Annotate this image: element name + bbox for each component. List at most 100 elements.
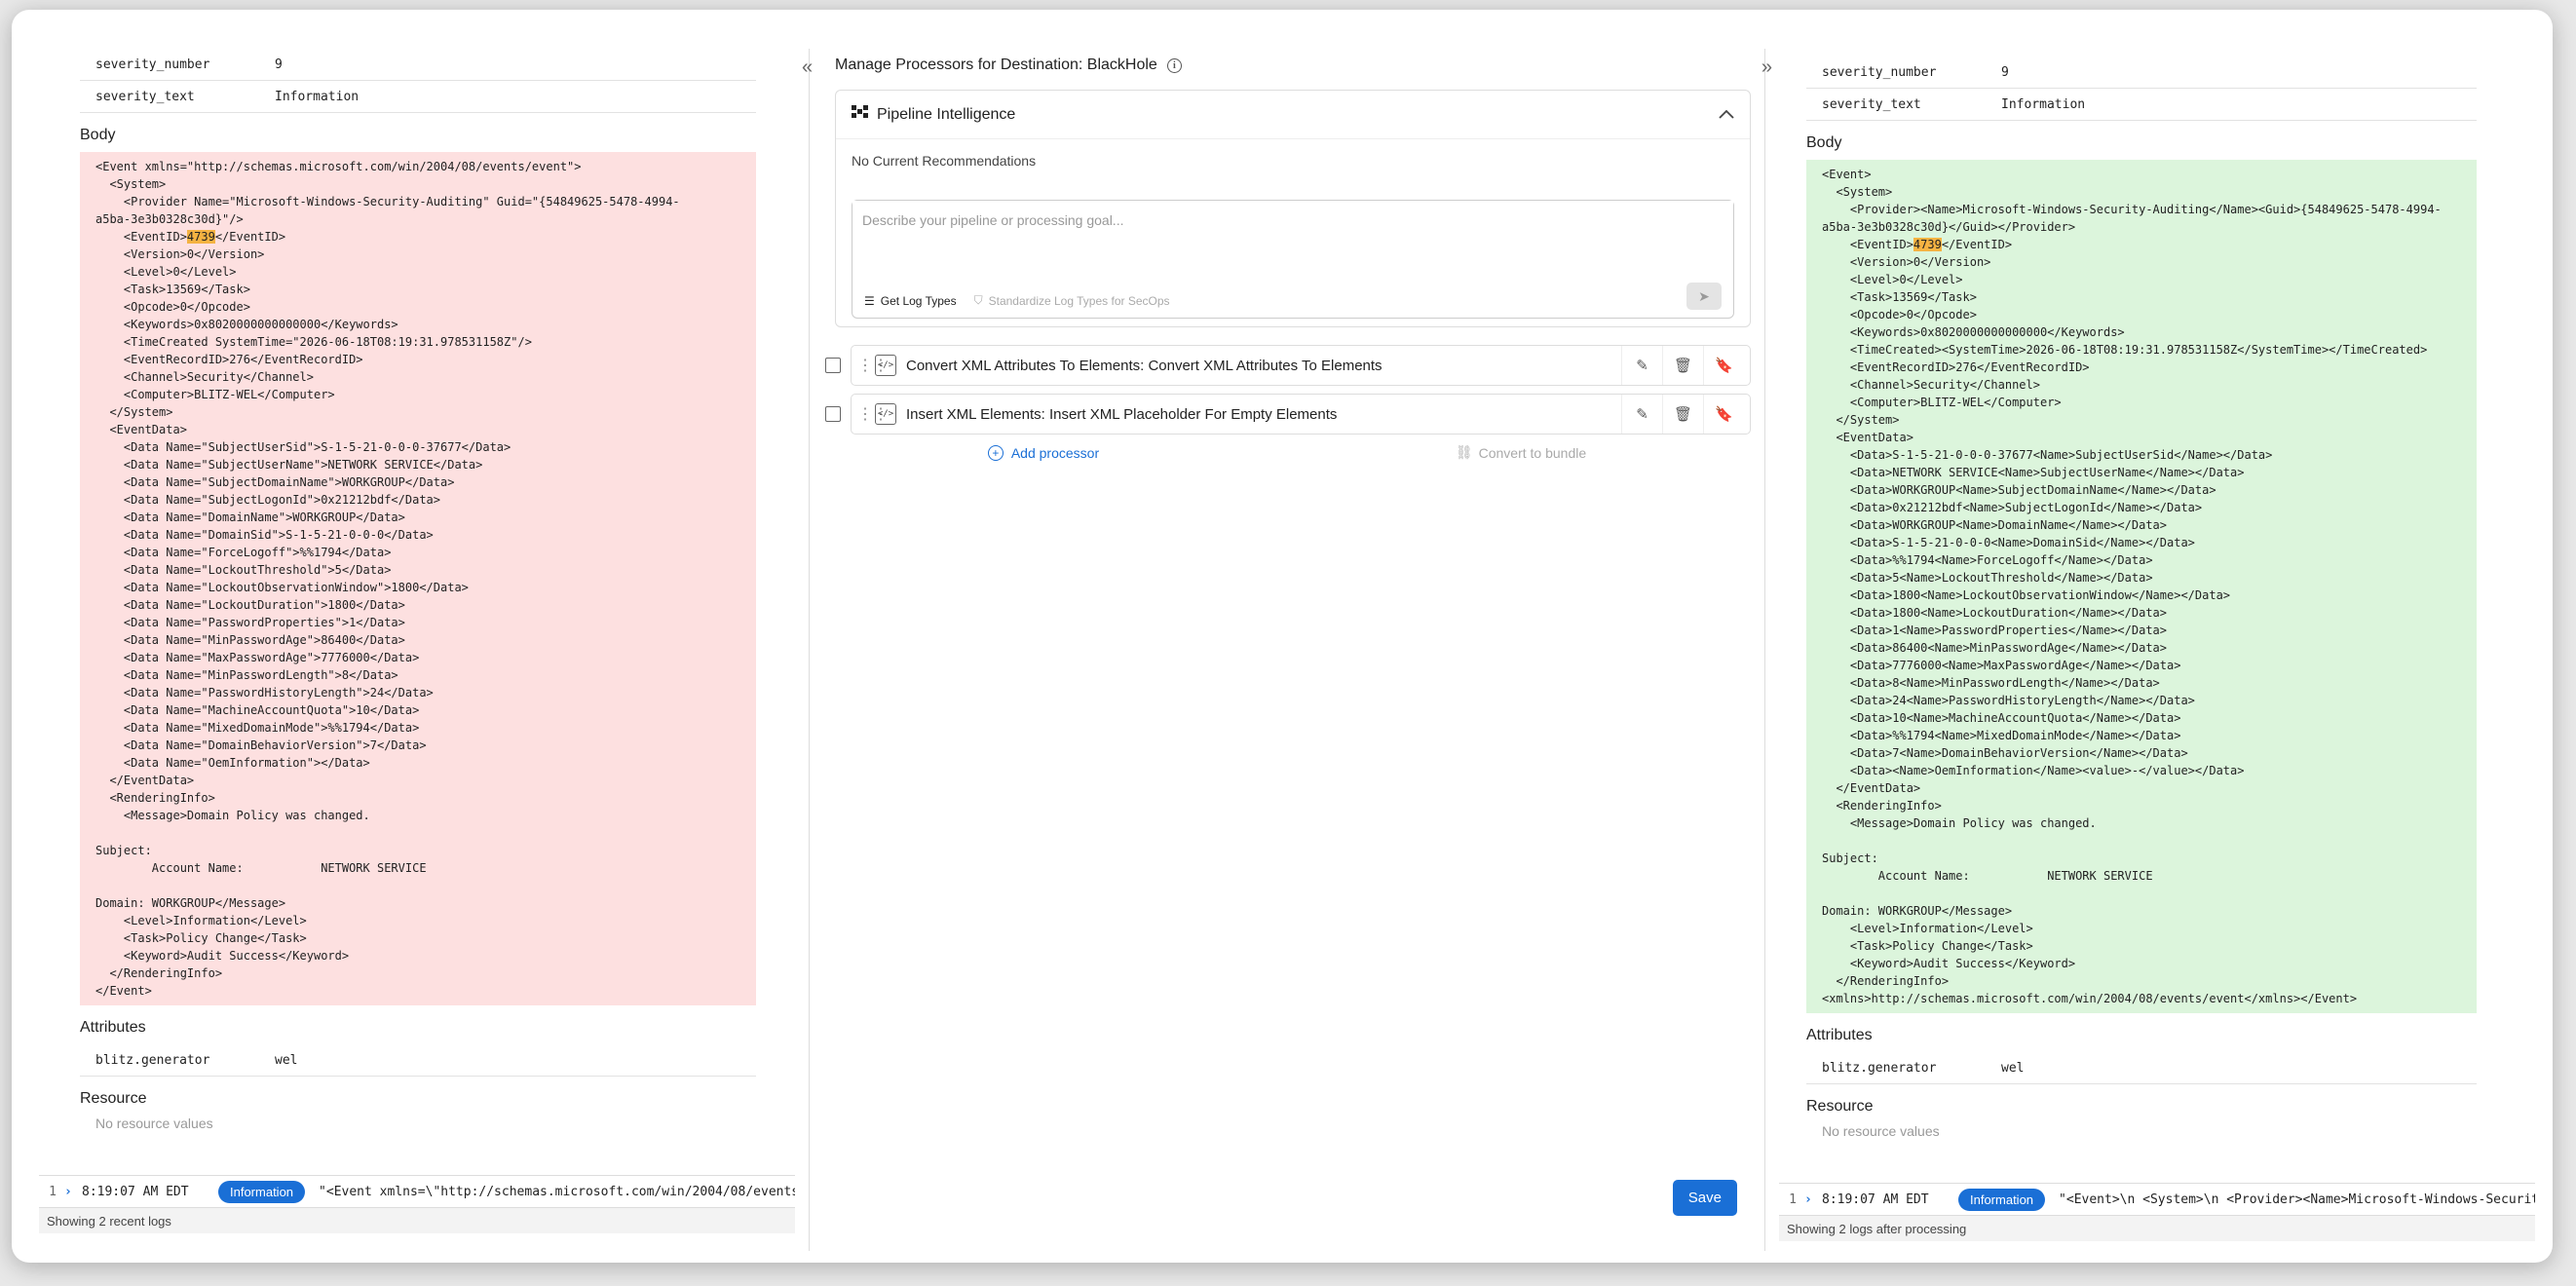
row-number: 1	[49, 1184, 57, 1199]
pi-recommendations-status: No Current Recommendations	[852, 153, 1037, 169]
attribute-key: blitz.generator	[95, 1052, 210, 1068]
body-code-removed: <Event xmlns="http://schemas.microsoft.c…	[80, 152, 756, 1005]
resource-empty: No resource values	[95, 1116, 213, 1131]
processor-description: Convert XML Attributes To Elements	[1144, 357, 1383, 374]
input-log-panel: severity_number 9 severity_text Informat…	[39, 49, 795, 1251]
field-row: severity_text Information	[1806, 89, 2477, 121]
attribute-value: wel	[2001, 1060, 2025, 1076]
processors-panel: « » Manage Processors for Destination: B…	[802, 49, 1772, 1251]
trash-icon[interactable]: 🗑	[1662, 346, 1703, 385]
pi-tools: ☰ Get Log Types ⛉ Standardize Log Types …	[864, 293, 1170, 308]
body-text-post: </EventID> <Version>0</Version> <Level>0…	[95, 230, 532, 998]
processor-row: ⋮⋮ </> Convert XML Attributes To Element…	[825, 345, 1751, 386]
field-key: severity_text	[95, 89, 195, 104]
attribute-key: blitz.generator	[1822, 1060, 1937, 1076]
pi-title: Pipeline Intelligence	[877, 105, 1016, 123]
chevron-up-icon[interactable]	[1719, 106, 1734, 124]
log-message: "<Event xmlns=\"http://schemas.microsoft…	[319, 1184, 795, 1199]
severity-badge: Information	[218, 1180, 306, 1203]
trash-icon[interactable]: 🗑	[1662, 395, 1703, 434]
resource-empty: No resource values	[1822, 1123, 1940, 1139]
code-icon: </>	[875, 355, 896, 376]
body-text-pre: <Event xmlns="http://schemas.microsoft.c…	[95, 160, 680, 244]
standardize-log-types-tool[interactable]: ⛉ Standardize Log Types for SecOps	[974, 293, 1170, 308]
list-search-icon: ☰	[864, 293, 875, 308]
processor-checkbox[interactable]	[825, 358, 841, 373]
field-row: severity_number 9	[1806, 57, 2477, 89]
save-button[interactable]: Save	[1672, 1180, 1737, 1216]
chevron-right-icon[interactable]: ›	[64, 1185, 82, 1199]
pipeline-intelligence-icon	[852, 105, 869, 124]
highlight-match: 4739	[186, 230, 215, 244]
log-list-row[interactable]: 1 › 8:19:07 AM EDT Information "<Event x…	[39, 1175, 795, 1208]
field-row: severity_text Information	[80, 81, 756, 113]
collapse-right-icon[interactable]: »	[1762, 57, 1772, 79]
collapse-left-icon[interactable]: «	[802, 57, 813, 79]
field-value: 9	[275, 57, 283, 72]
pi-prompt-box: ☰ Get Log Types ⛉ Standardize Log Types …	[852, 200, 1734, 319]
page-title-text: Manage Processors for Destination: Black…	[835, 57, 1157, 73]
drag-handle-icon[interactable]: ⋮⋮	[857, 404, 889, 424]
processor-type: Convert XML Attributes To Elements:	[906, 357, 1145, 374]
attribute-row: blitz.generator wel	[80, 1044, 756, 1077]
log-timestamp: 8:19:07 AM EDT	[82, 1184, 189, 1199]
tool-label: Standardize Log Types for SecOps	[988, 293, 1170, 308]
status-bar: Showing 2 logs after processing	[1779, 1216, 2535, 1241]
drag-handle-icon[interactable]: ⋮⋮	[857, 356, 889, 375]
row-number: 1	[1789, 1191, 1797, 1207]
log-message: "<Event>\n <System>\n <Provider><Name>Mi…	[2059, 1191, 2535, 1207]
status-bar: Showing 2 recent logs	[39, 1208, 795, 1233]
pipeline-intelligence-card: Pipeline Intelligence No Current Recomme…	[835, 90, 1751, 327]
field-key: severity_number	[95, 57, 210, 72]
processor-actions: + Add processor ⛓ Convert to bundle	[810, 444, 1764, 461]
processor-card[interactable]: ⋮⋮ </> Convert XML Attributes To Element…	[851, 345, 1751, 386]
field-key: severity_text	[1822, 96, 1921, 112]
tool-label: Get Log Types	[880, 293, 957, 308]
processor-type: Insert XML Elements:	[906, 405, 1045, 423]
attributes-heading: Attributes	[80, 1019, 146, 1036]
resource-heading: Resource	[1806, 1098, 1874, 1115]
processor-description: Insert XML Placeholder For Empty Element…	[1044, 405, 1338, 423]
add-processor-label: Add processor	[1010, 444, 1100, 461]
info-icon[interactable]: i	[1166, 57, 1182, 73]
chevron-right-icon[interactable]: ›	[1804, 1192, 1822, 1207]
log-timestamp: 8:19:07 AM EDT	[1822, 1191, 1929, 1207]
processor-card[interactable]: ⋮⋮ </> Insert XML Elements: Insert XML P…	[851, 394, 1751, 435]
output-log-panel: severity_number 9 severity_text Informat…	[1779, 49, 2535, 1251]
body-text-post: </EventID> <Version>0</Version> <Level>0…	[1822, 238, 2428, 1005]
bookmark-icon[interactable]: 🔖	[1703, 395, 1744, 434]
body-code-added: <Event> <System> <Provider><Name>Microso…	[1806, 160, 2477, 1013]
highlight-match: 4739	[1913, 238, 1942, 251]
send-button[interactable]: ➤	[1686, 283, 1722, 310]
pi-prompt-input[interactable]	[852, 201, 1733, 259]
pi-header[interactable]: Pipeline Intelligence	[836, 91, 1750, 139]
link-icon: ⛓	[1455, 444, 1473, 460]
add-processor-button[interactable]: + Add processor	[987, 444, 1100, 461]
get-log-types-tool[interactable]: ☰ Get Log Types	[864, 294, 957, 308]
processor-name: Convert XML Attributes To Elements: Conv…	[906, 358, 1621, 374]
code-icon: </>	[875, 403, 896, 425]
edit-icon[interactable]: ✎	[1621, 395, 1662, 434]
convert-to-bundle-button[interactable]: ⛓ Convert to bundle	[1456, 444, 1586, 461]
plus-circle-icon: +	[987, 444, 1004, 461]
processor-checkbox[interactable]	[825, 406, 841, 422]
body-heading: Body	[1806, 134, 1842, 151]
attribute-value: wel	[275, 1052, 298, 1068]
send-icon: ➤	[1698, 287, 1710, 304]
field-key: severity_number	[1822, 64, 1937, 80]
processor-row: ⋮⋮ </> Insert XML Elements: Insert XML P…	[825, 394, 1751, 435]
shield-icon: ⛉	[973, 293, 983, 307]
field-value: 9	[2001, 64, 2009, 80]
body-heading: Body	[80, 127, 116, 143]
bookmark-icon[interactable]: 🔖	[1703, 346, 1744, 385]
log-list-row[interactable]: 1 › 8:19:07 AM EDT Information "<Event>\…	[1779, 1183, 2535, 1216]
field-value: Information	[275, 89, 360, 104]
field-row: severity_number 9	[80, 49, 756, 81]
edit-icon[interactable]: ✎	[1621, 346, 1662, 385]
convert-bundle-label: Convert to bundle	[1478, 444, 1587, 461]
attribute-row: blitz.generator wel	[1806, 1052, 2477, 1084]
app-window: severity_number 9 severity_text Informat…	[12, 10, 2553, 1263]
page-title: Manage Processors for Destination: Black…	[835, 57, 1182, 74]
resource-heading: Resource	[80, 1090, 147, 1107]
field-value: Information	[2001, 96, 2086, 112]
